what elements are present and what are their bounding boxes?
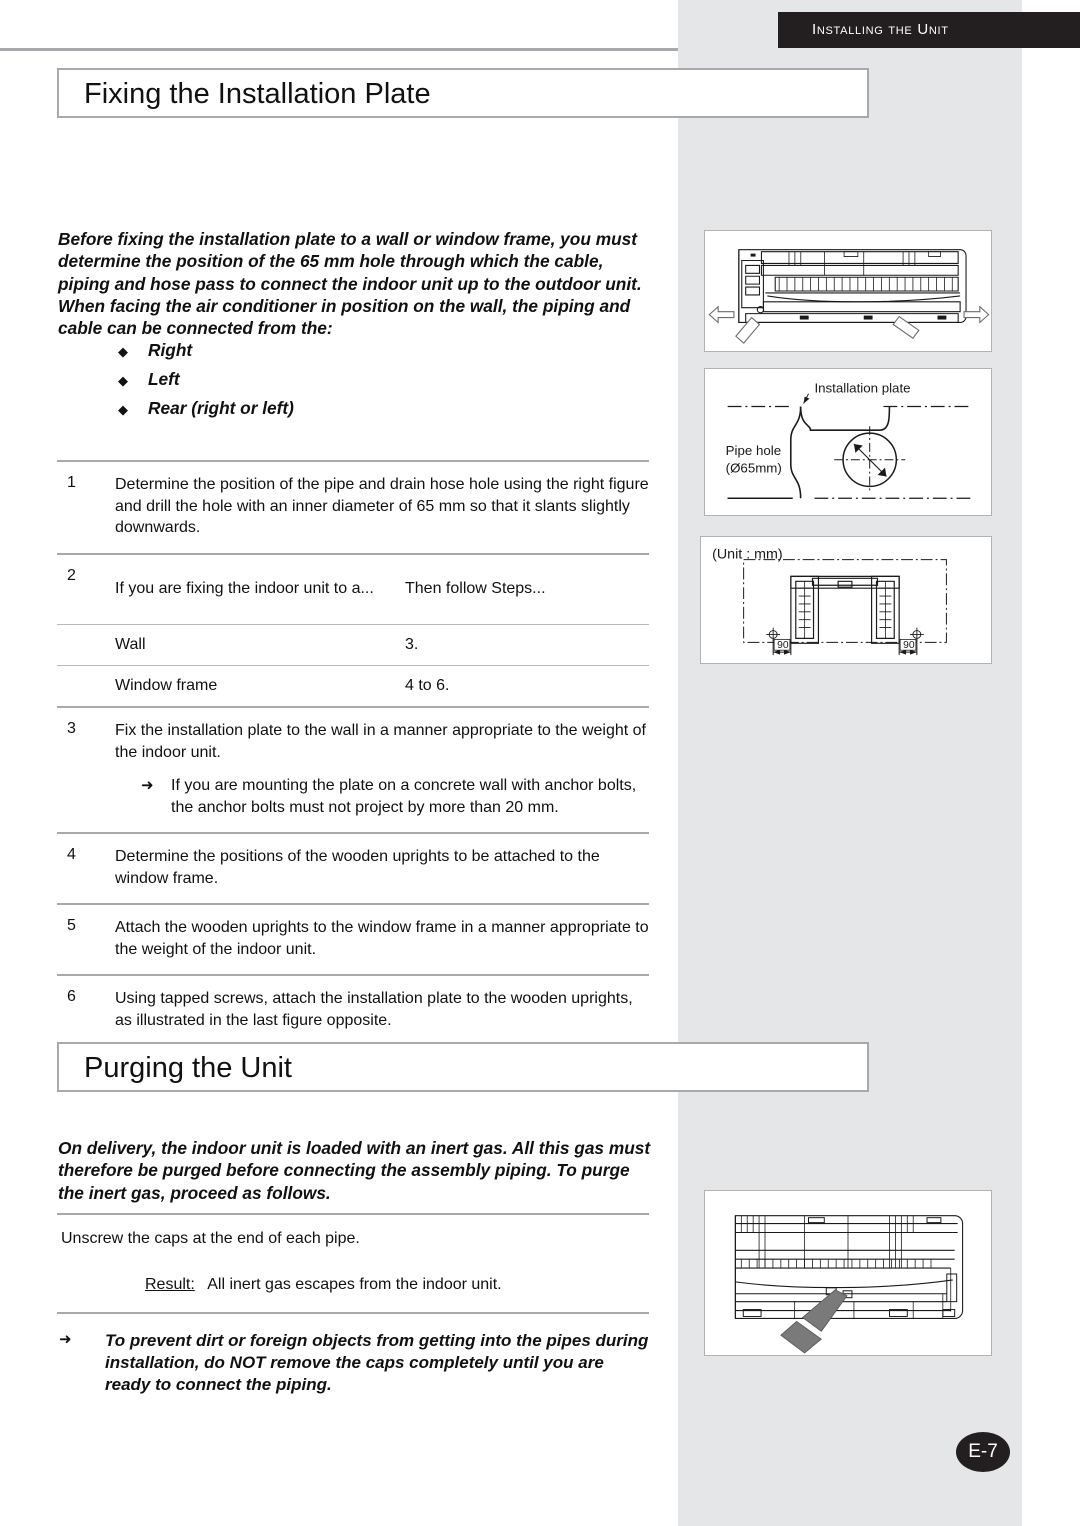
pipe-hole-diagram-icon: Installation plate Pipe hole (Ø65mm) xyxy=(726,381,973,500)
step-decision-table: If you are fixing the indoor unit to a..… xyxy=(115,567,649,611)
section-2-intro-paragraph: On delivery, the indoor unit is loaded w… xyxy=(58,1138,651,1203)
table-header-row: If you are fixing the indoor unit to a..… xyxy=(115,567,649,611)
table-cell-action: 4 to 6. xyxy=(405,677,450,694)
table-row: Window frame 4 to 6. xyxy=(57,666,649,706)
step-row: 6 Using tapped screws, attach the instal… xyxy=(57,976,649,1045)
step-row: 1 Determine the position of the pipe and… xyxy=(57,462,649,553)
section-1-intro-paragraph: Before fixing the installation plate to … xyxy=(58,229,642,339)
connection-direction-list: ◆ Right ◆ Left ◆ Rear (right or left) xyxy=(118,340,538,427)
arrow-bullet-icon: ➜ xyxy=(141,777,154,794)
result-label: Result: xyxy=(145,1275,195,1293)
figure-dimension-left: 90 xyxy=(777,640,789,651)
arrow-bullet-icon: ➜ xyxy=(59,1330,72,1348)
section-title-label: Purging the Unit xyxy=(84,1052,292,1084)
step-number: 1 xyxy=(67,474,76,491)
step-row: 2 If you are fixing the indoor unit to a… xyxy=(57,555,649,625)
purge-result-line: Result: All inert gas escapes from the i… xyxy=(57,1250,649,1312)
figure-indoor-unit-piping-directions xyxy=(704,230,992,352)
section-title-label: Fixing the Installation Plate xyxy=(84,78,431,110)
step-text: Using tapped screws, attach the installa… xyxy=(115,990,633,1029)
diamond-bullet-icon: ◆ xyxy=(118,402,128,417)
step-number: 2 xyxy=(67,566,76,584)
list-item: ◆ Right xyxy=(118,340,538,369)
step-text: Attach the wooden uprights to the window… xyxy=(115,919,649,958)
caps-location-diagram-icon xyxy=(734,1215,964,1354)
list-item-label: Rear (right or left) xyxy=(148,398,294,418)
caution-note: ➜ To prevent dirt or foreign objects fro… xyxy=(57,1314,649,1397)
table-header-condition: If you are fixing the indoor unit to a..… xyxy=(115,579,374,597)
step-row: 5 Attach the wooden uprights to the wind… xyxy=(57,905,649,974)
step-number: 3 xyxy=(67,720,76,737)
step-note-text: If you are mounting the plate on a concr… xyxy=(171,777,637,816)
table-row: Wall 3. xyxy=(57,625,649,665)
diamond-bullet-icon: ◆ xyxy=(118,373,128,388)
decision-table: If you are fixing the indoor unit to a..… xyxy=(115,567,649,611)
figure-indoor-unit-caps-location xyxy=(704,1190,992,1356)
table-cell-action: 3. xyxy=(405,636,419,653)
running-head-bar: Installing the Unit xyxy=(778,12,1080,48)
step-number: 4 xyxy=(67,846,76,863)
list-item: ◆ Rear (right or left) xyxy=(118,398,538,427)
document-page: Installing the Unit Fixing the Installat… xyxy=(0,0,1080,1526)
step-row: 3 Fix the installation plate to the wall… xyxy=(57,708,649,832)
purge-instruction-text: Unscrew the caps at the end of each pipe… xyxy=(61,1230,360,1247)
figure-wooden-uprights-dimensions: (Unit : mm) 90 90 xyxy=(700,536,992,664)
figure-label-installation-plate: Installation plate xyxy=(814,381,910,396)
list-item-label: Left xyxy=(148,369,180,389)
list-item: ◆ Left xyxy=(118,369,538,398)
step-text: Determine the positions of the wooden up… xyxy=(115,848,600,887)
header-rule xyxy=(0,48,678,51)
diamond-bullet-icon: ◆ xyxy=(118,344,128,359)
uprights-dimension-diagram-icon: (Unit : mm) 90 90 xyxy=(712,547,947,656)
table-cell-condition: Window frame xyxy=(115,677,218,694)
step-note: ➜ If you are mounting the plate on a con… xyxy=(115,775,649,818)
step-text: Fix the installation plate to the wall i… xyxy=(115,722,646,761)
section-title-fixing-the-installation-plate: Fixing the Installation Plate xyxy=(57,68,869,118)
page-number-label: E-7 xyxy=(968,1441,998,1462)
result-text: All inert gas escapes from the indoor un… xyxy=(207,1275,502,1293)
running-head-label: Installing the Unit xyxy=(812,21,949,38)
step-content: Fix the installation plate to the wall i… xyxy=(115,720,649,818)
step-number: 6 xyxy=(67,988,76,1005)
list-item-label: Right xyxy=(148,340,193,360)
figure-label-unit-mm: (Unit : mm) xyxy=(712,547,783,563)
figure-pipe-hole-position: Installation plate Pipe hole (Ø65mm) xyxy=(704,368,992,516)
page-number-badge: E-7 xyxy=(956,1432,1010,1472)
table-header-action: Then follow Steps... xyxy=(405,579,546,597)
figure-label-pipe-hole-diameter: (Ø65mm) xyxy=(726,461,782,476)
section-title-purging-the-unit: Purging the Unit xyxy=(57,1042,869,1092)
step-row: 4 Determine the positions of the wooden … xyxy=(57,834,649,903)
step-text: Determine the position of the pipe and d… xyxy=(115,476,649,536)
step-number: 5 xyxy=(67,917,76,934)
purging-instructions: Unscrew the caps at the end of each pipe… xyxy=(57,1213,649,1396)
installation-steps-list: 1 Determine the position of the pipe and… xyxy=(57,460,649,1047)
caution-note-text: To prevent dirt or foreign objects from … xyxy=(105,1330,649,1395)
table-cell-condition: Wall xyxy=(115,636,146,653)
figure-dimension-right: 90 xyxy=(903,640,915,651)
indoor-unit-diagram-icon xyxy=(708,249,990,344)
figure-label-pipe-hole: Pipe hole xyxy=(726,443,781,458)
